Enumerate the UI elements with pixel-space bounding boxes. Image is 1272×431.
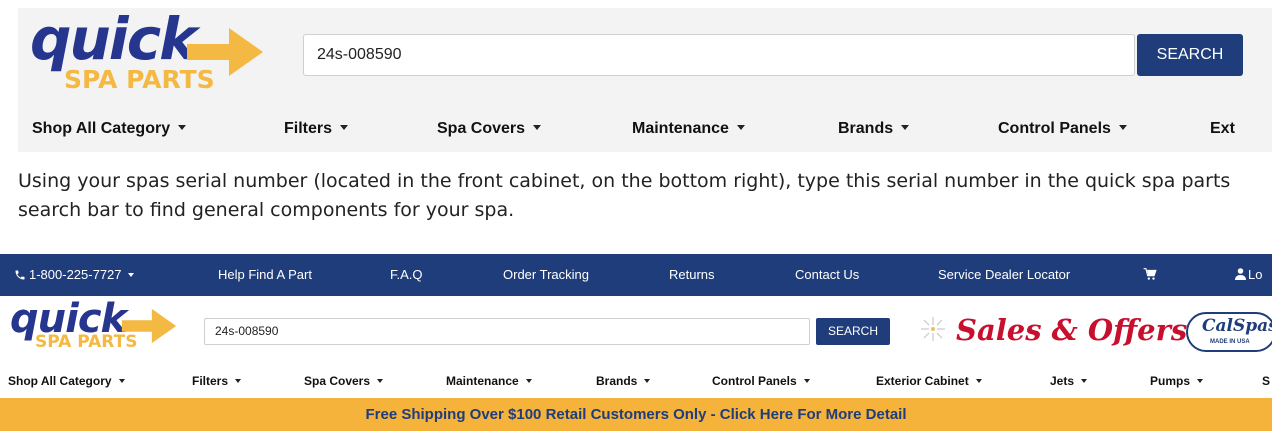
top-utility-bar: 1-800-225-7727 Help Find A Part F.A.Q Or… (0, 254, 1272, 296)
chevron-down-icon (901, 125, 910, 131)
chevron-down-icon (644, 378, 651, 383)
main-nav: Shop All Category Filters Spa Covers Mai… (18, 116, 1272, 144)
nav-maintenance[interactable]: Maintenance (632, 116, 745, 142)
nav-filters[interactable]: Filters (192, 372, 242, 390)
nav-label: Shop All Category (8, 374, 112, 388)
quick-spa-parts-logo[interactable]: quick SPA PARTS (10, 296, 180, 362)
nav-shop-all-category[interactable]: Shop All Category (32, 116, 187, 142)
phone-number: 1-800-225-7727 (29, 267, 122, 282)
chevron-down-icon (118, 378, 125, 383)
link-service-dealer-locator[interactable]: Service Dealer Locator (938, 254, 1070, 296)
nav-label: Ext (1210, 120, 1235, 137)
nav-label: Spa Covers (437, 120, 526, 137)
login-label: Lo (1248, 267, 1263, 282)
chevron-down-icon (1197, 378, 1204, 383)
sales-offers-link[interactable]: Sales & Offers (956, 312, 1187, 348)
cart-icon (1143, 268, 1157, 280)
chevron-down-icon (975, 378, 982, 383)
login-link[interactable]: Lo (1235, 254, 1262, 296)
nav-spa-covers[interactable]: Spa Covers (304, 372, 384, 390)
nav-label: Maintenance (632, 120, 729, 137)
calspas-name: CalSpas (1202, 316, 1272, 336)
nav-label: Filters (284, 120, 333, 137)
chevron-down-icon (525, 378, 532, 383)
search-button[interactable]: SEARCH (816, 318, 890, 345)
nav-label: Jets (1050, 374, 1075, 388)
nav-label: Brands (838, 120, 894, 137)
nav-label: Control Panels (712, 374, 797, 388)
chevron-down-icon (736, 125, 745, 131)
nav-control-panels[interactable]: Control Panels (712, 372, 810, 390)
nav-label: Control Panels (998, 120, 1111, 137)
screenshot-full-header: 1-800-225-7727 Help Find A Part F.A.Q Or… (0, 254, 1272, 431)
quick-spa-parts-logo[interactable]: quick SPA PARTS (30, 8, 263, 94)
phone-dropdown[interactable]: 1-800-225-7727 (14, 254, 134, 296)
nav-label: Shop All Category (32, 120, 171, 137)
link-order-tracking[interactable]: Order Tracking (503, 254, 589, 296)
link-returns[interactable]: Returns (669, 254, 715, 296)
nav-label: Brands (596, 374, 638, 388)
nav-brands[interactable]: Brands (596, 372, 651, 390)
chevron-down-icon (533, 125, 542, 131)
chevron-down-icon (127, 272, 134, 277)
search-button[interactable]: SEARCH (1137, 34, 1243, 76)
chevron-down-icon (1081, 378, 1088, 383)
nav-brands[interactable]: Brands (838, 116, 910, 142)
chevron-down-icon (340, 125, 349, 131)
nav-control-panels[interactable]: Control Panels (998, 116, 1127, 142)
calspas-logo[interactable]: CalSpas MADE IN USA (1186, 312, 1272, 352)
chevron-down-icon (1118, 125, 1127, 131)
search-input[interactable]: 24s-008590 (204, 318, 810, 345)
phone-icon (15, 270, 25, 280)
nav-exterior-cabinet[interactable]: Exterior Cabinet (876, 372, 982, 390)
nav-label: Maintenance (446, 374, 519, 388)
nav-pumps[interactable]: Pumps (1150, 372, 1204, 390)
nav-maintenance[interactable]: Maintenance (446, 372, 532, 390)
chevron-down-icon (803, 378, 810, 383)
chevron-down-icon (178, 125, 187, 131)
main-nav: Shop All Category Filters Spa Covers Mai… (0, 372, 1272, 392)
link-help-find-a-part[interactable]: Help Find A Part (218, 254, 312, 296)
nav-truncated[interactable]: S (1262, 372, 1270, 390)
nav-label: Spa Covers (304, 374, 371, 388)
nav-filters[interactable]: Filters (284, 116, 349, 142)
free-shipping-banner[interactable]: Free Shipping Over $100 Retail Customers… (0, 398, 1272, 431)
search-input[interactable]: 24s-008590 (303, 34, 1135, 76)
nav-jets[interactable]: Jets (1050, 372, 1088, 390)
made-in-usa-tag: MADE IN USA (1210, 339, 1250, 345)
instruction-text: Using your spas serial number (located i… (18, 170, 1231, 221)
chevron-down-icon (377, 378, 384, 383)
nav-exterior-truncated[interactable]: Ext (1210, 116, 1235, 142)
arrow-right-icon (121, 308, 177, 344)
link-contact-us[interactable]: Contact Us (795, 254, 859, 296)
firework-icon (921, 317, 945, 341)
nav-spa-covers[interactable]: Spa Covers (437, 116, 542, 142)
nav-shop-all-category[interactable]: Shop All Category (8, 372, 125, 390)
nav-label: S (1262, 374, 1271, 388)
cart-button[interactable] (1143, 254, 1157, 296)
user-icon (1235, 268, 1246, 280)
link-faq[interactable]: F.A.Q (390, 254, 423, 296)
screenshot-desktop-header: quick SPA PARTS 24s-008590 SEARCH Shop A… (18, 8, 1272, 152)
arrow-right-icon (187, 28, 263, 76)
nav-label: Exterior Cabinet (876, 374, 969, 388)
chevron-down-icon (235, 378, 242, 383)
nav-label: Pumps (1150, 374, 1191, 388)
nav-label: Filters (192, 374, 229, 388)
